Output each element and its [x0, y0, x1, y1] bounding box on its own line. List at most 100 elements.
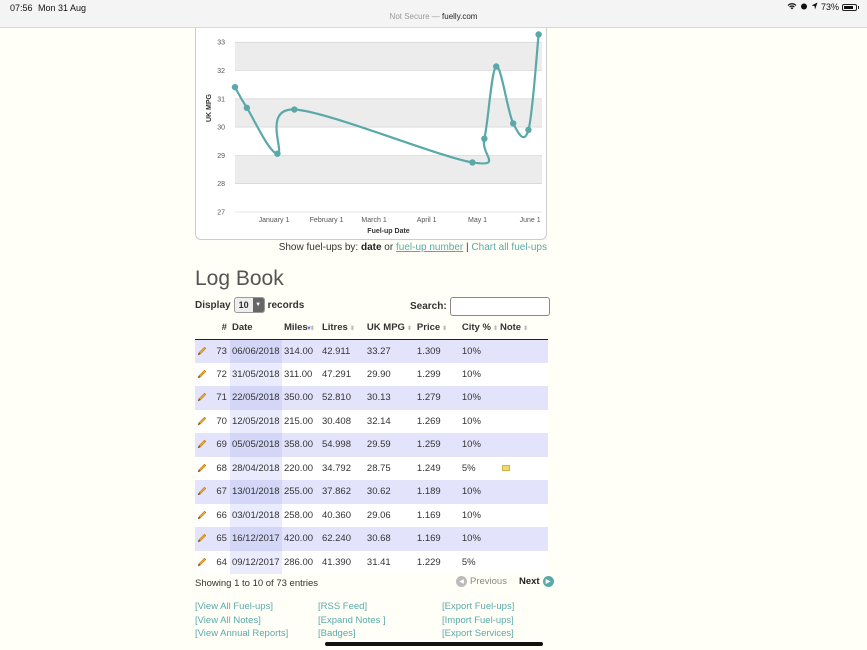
export-services-link[interactable]: [Export Services] — [442, 627, 514, 641]
cell-price: 1.279 — [414, 386, 460, 410]
cell-mpg: 30.13 — [364, 386, 415, 410]
export-fuelups-link[interactable]: [Export Fuel-ups] — [442, 600, 514, 614]
search-input[interactable] — [449, 297, 550, 316]
cell-value: 1.279 — [416, 392, 441, 404]
edit-pencil-icon[interactable] — [197, 369, 207, 379]
cell-city: 10% — [459, 433, 498, 457]
show-by-or: or — [381, 242, 396, 253]
col-price-header[interactable]: Price ⬍ — [414, 317, 460, 340]
import-fuelups-link[interactable]: [Import Fuel-ups] — [442, 614, 514, 628]
expand-notes-link[interactable]: [Expand Notes ] — [318, 614, 386, 628]
cell-value: 420.00 — [283, 533, 314, 545]
cell-city: 10% — [459, 480, 498, 504]
col-city-header[interactable]: City % ⬍ — [459, 317, 498, 340]
row-number-cell: 64 — [195, 550, 230, 574]
cell-price: 1.249 — [414, 456, 460, 480]
cell-value: 34.792 — [321, 462, 351, 474]
cell-value: 1.269 — [416, 415, 441, 427]
cell-value: 350.00 — [283, 392, 314, 404]
cell-note — [497, 550, 548, 574]
records-per-page-value: 10 — [238, 300, 249, 310]
view-all-fuelups-link[interactable]: [View All Fuel-ups] — [195, 600, 288, 614]
cell-miles: 350.00 — [281, 386, 320, 410]
previous-label: Previous — [470, 576, 507, 587]
chart-all-fuelups-link[interactable]: Chart all fuel-ups — [471, 242, 547, 253]
edit-pencil-icon[interactable] — [197, 346, 207, 356]
col-note-header[interactable]: Note ⬍ — [497, 317, 548, 340]
home-indicator[interactable] — [325, 642, 543, 646]
records-per-page-select[interactable]: 10 ▼ — [233, 297, 265, 313]
edit-pencil-icon[interactable] — [197, 486, 207, 496]
cell-value: 10% — [461, 345, 481, 357]
col-mpg-header[interactable]: UK MPG ⬍ — [364, 317, 415, 340]
col-date-header[interactable]: Date ▼ — [229, 317, 312, 340]
row-number-cell: 73 — [195, 339, 230, 363]
edit-pencil-icon[interactable] — [197, 533, 207, 543]
next-arrow-icon: ▶ — [542, 576, 554, 587]
cell-value: 41.390 — [321, 556, 351, 568]
cell-price: 1.169 — [414, 503, 460, 527]
search-label: Search: — [410, 301, 447, 312]
address-bar[interactable]: Not Secure — fuelly.com — [0, 12, 867, 21]
cell-note — [497, 503, 548, 527]
edit-pencil-icon[interactable] — [197, 557, 207, 567]
table-row: 65 16/12/2017 420.00 62.240 30.68 1.169 10% — [195, 527, 548, 551]
col-number-header[interactable]: # — [195, 317, 230, 340]
cell-value: 29.90 — [366, 368, 391, 380]
view-all-notes-link[interactable]: [View All Notes] — [195, 614, 288, 628]
column-label: Note — [499, 322, 522, 334]
cell-litres: 62.240 — [319, 527, 365, 551]
fuelup-number-link[interactable]: fuel-up number — [396, 242, 463, 253]
cell-value: 28.75 — [366, 462, 391, 474]
previous-button[interactable]: ◀ Previous — [456, 576, 507, 587]
cell-note — [497, 339, 548, 363]
alarm-icon — [800, 2, 808, 12]
cell-value: 1.259 — [416, 439, 441, 451]
column-label: UK MPG — [366, 322, 405, 334]
cell-value: 30.408 — [321, 415, 351, 427]
cell-value: 13/01/2018 — [231, 486, 280, 498]
data-point — [493, 63, 500, 70]
status-icons: 73% — [787, 2, 859, 12]
y-tick-label: 33 — [217, 40, 225, 47]
col-litres-header[interactable]: Litres ⬍ — [319, 317, 365, 340]
cell-value: 286.00 — [283, 556, 314, 568]
cell-value: 62.240 — [321, 533, 351, 545]
edit-pencil-icon[interactable] — [197, 463, 207, 473]
edit-pencil-icon[interactable] — [197, 392, 207, 402]
cell-value: 1.309 — [416, 345, 441, 357]
data-point — [535, 31, 542, 38]
col-miles-header[interactable]: Miles ⬍ — [281, 317, 320, 340]
cell-value: 03/01/2018 — [231, 509, 280, 521]
cell-value: 40.360 — [321, 509, 351, 521]
y-tick-label: 31 — [217, 96, 225, 103]
cell-value: 10% — [461, 486, 481, 498]
cell-city: 10% — [459, 409, 498, 433]
data-point — [469, 159, 476, 166]
cell-value: 33.27 — [366, 345, 391, 357]
cell-value: 10% — [461, 368, 481, 380]
cell-mpg: 33.27 — [364, 339, 415, 363]
rss-feed-link[interactable]: [RSS Feed] — [318, 600, 386, 614]
cell-city: 10% — [459, 503, 498, 527]
show-by-date: date — [360, 242, 382, 253]
cell-city: 10% — [459, 339, 498, 363]
display-label: Display — [195, 299, 231, 311]
cell-date: 16/12/2017 — [229, 527, 282, 551]
row-number-cell: 67 — [195, 480, 230, 504]
column-label: # — [221, 322, 227, 334]
next-button[interactable]: Next ▶ — [519, 576, 554, 587]
edit-pencil-icon[interactable] — [197, 416, 207, 426]
table-row: 66 03/01/2018 258.00 40.360 29.06 1.169 10% — [195, 503, 548, 527]
edit-pencil-icon[interactable] — [197, 510, 207, 520]
badges-link[interactable]: [Badges] — [318, 627, 386, 641]
view-annual-reports-link[interactable]: [View Annual Reports] — [195, 627, 288, 641]
cell-note — [497, 409, 548, 433]
table-info: Showing 1 to 10 of 73 entries — [195, 578, 319, 589]
sort-icon: ⬍ — [349, 326, 355, 333]
edit-pencil-icon[interactable] — [197, 439, 207, 449]
note-icon[interactable] — [501, 464, 510, 471]
cell-value: 72 — [216, 368, 227, 380]
cell-value: 1.169 — [416, 533, 441, 545]
cell-value: 30.68 — [366, 533, 391, 545]
